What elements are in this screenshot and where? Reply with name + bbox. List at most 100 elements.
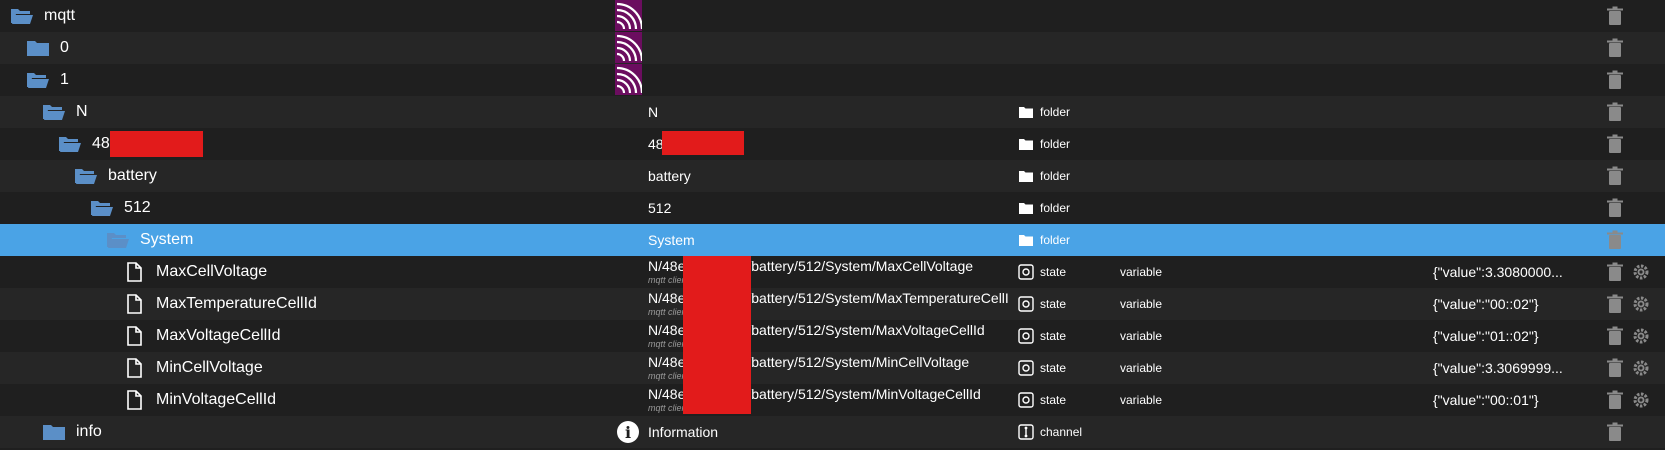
row-actions <box>1605 288 1665 320</box>
tree-row[interactable]: 0 <box>0 32 1665 64</box>
folder-closed-icon[interactable] <box>26 38 50 58</box>
redaction-block <box>110 131 203 157</box>
redaction-block <box>662 131 744 155</box>
mqtt-adapter-icon <box>615 0 642 31</box>
tree-node-name[interactable]: MaxVoltageCellId <box>0 320 722 352</box>
node-label: 0 <box>60 39 69 56</box>
trash-icon[interactable] <box>1605 38 1625 58</box>
tree-node-name[interactable]: MaxTemperatureCellId <box>0 288 722 320</box>
gear-icon[interactable] <box>1631 294 1651 314</box>
tree-node-name[interactable]: N <box>0 96 642 128</box>
tree-node-name[interactable]: MaxCellVoltage <box>0 256 722 288</box>
object-id-text: battery <box>648 167 691 184</box>
trash-icon[interactable] <box>1605 70 1625 90</box>
object-id-path: /battery/512/System/MaxCellVoltage <box>747 257 974 274</box>
tree-row[interactable]: 512 512 folder <box>0 192 1665 224</box>
trash-icon[interactable] <box>1605 6 1625 26</box>
object-id: battery <box>648 160 1008 192</box>
tree-node-name[interactable]: 48 <box>0 128 658 160</box>
row-actions <box>1605 352 1665 384</box>
trash-icon[interactable] <box>1605 262 1625 282</box>
object-value[interactable]: {"value":"00::01"} <box>1433 384 1598 416</box>
tree-row[interactable]: 48 48 folder <box>0 128 1665 160</box>
trash-icon[interactable] <box>1605 326 1625 346</box>
folder-open-icon[interactable] <box>26 70 50 90</box>
object-type: folder <box>1018 224 1138 256</box>
node-label: mqtt <box>44 7 76 24</box>
folder-type-icon <box>1018 200 1034 216</box>
tree-node-name[interactable]: battery <box>0 160 674 192</box>
trash-icon[interactable] <box>1605 198 1625 218</box>
node-label: 48 <box>92 135 110 152</box>
gear-icon[interactable] <box>1631 390 1651 410</box>
tree-node-name[interactable]: 512 <box>0 192 690 224</box>
object-id-text: N/48e <box>648 385 686 402</box>
state-type-icon <box>1018 264 1034 280</box>
object-type: folder <box>1018 160 1138 192</box>
tree-row[interactable]: mqtt <box>0 0 1665 32</box>
node-label: info <box>76 423 102 440</box>
trash-icon[interactable] <box>1605 294 1625 314</box>
trash-icon[interactable] <box>1605 102 1625 122</box>
tree-row[interactable]: MaxVoltageCellId N/48e/battery/512/System… <box>0 320 1665 352</box>
object-type-label: folder <box>1040 201 1071 215</box>
node-label: battery <box>108 167 157 184</box>
object-type-label: state <box>1040 393 1067 407</box>
row-actions <box>1605 128 1665 160</box>
folder-open-icon[interactable] <box>42 102 66 122</box>
tree-row[interactable]: MinVoltageCellId N/48e/battery/512/System… <box>0 384 1665 416</box>
tree-node-name[interactable]: MinVoltageCellId <box>0 384 722 416</box>
tree-node-name[interactable]: MinCellVoltage <box>0 352 722 384</box>
object-id-text: Information <box>648 423 719 440</box>
tree-node-name[interactable]: mqtt <box>0 0 610 32</box>
folder-open-icon[interactable] <box>74 166 98 186</box>
object-id-text: 512 <box>648 199 672 216</box>
trash-icon[interactable] <box>1605 230 1625 250</box>
folder-type-icon <box>1018 136 1034 152</box>
object-type-label: folder <box>1040 105 1071 119</box>
object-type-label: folder <box>1040 137 1071 151</box>
file-icon <box>122 326 146 346</box>
folder-open-icon[interactable] <box>10 6 34 26</box>
mqtt-adapter-icon <box>615 32 642 63</box>
trash-icon[interactable] <box>1605 390 1625 410</box>
tree-row[interactable]: 1 <box>0 64 1665 96</box>
trash-icon[interactable] <box>1605 422 1625 442</box>
trash-icon[interactable] <box>1605 134 1625 154</box>
object-id-text: N/48e <box>648 321 686 338</box>
object-value[interactable]: {"value":"00::02"} <box>1433 288 1598 320</box>
tree-row[interactable]: MinCellVoltage N/48e/battery/512/System/M… <box>0 352 1665 384</box>
gear-icon[interactable] <box>1631 358 1651 378</box>
tree-row[interactable]: MaxCellVoltage N/48e/battery/512/System/M… <box>0 256 1665 288</box>
tree-row[interactable]: MaxTemperatureCellId N/48e/battery/512/Sy… <box>0 288 1665 320</box>
tree-row[interactable]: battery battery folder <box>0 160 1665 192</box>
row-actions <box>1605 32 1665 64</box>
tree-row[interactable]: System System folder <box>0 224 1665 256</box>
gear-icon[interactable] <box>1631 326 1651 346</box>
object-value[interactable]: {"value":3.3080000... <box>1433 256 1598 288</box>
trash-icon[interactable] <box>1605 358 1625 378</box>
folder-closed-icon[interactable] <box>42 422 66 442</box>
object-role: variable <box>1120 329 1163 343</box>
object-type-label: folder <box>1040 169 1071 183</box>
tree-row[interactable]: info i Information channel <box>0 416 1665 448</box>
node-label: MaxTemperatureCellId <box>156 295 317 312</box>
object-id-path: /battery/512/System/MaxTemperatureCellId <box>747 289 1008 306</box>
folder-open-icon[interactable] <box>106 230 130 250</box>
state-type-icon <box>1018 392 1034 408</box>
tree-node-name[interactable]: 1 <box>0 64 626 96</box>
object-value[interactable]: {"value":"01::02"} <box>1433 320 1598 352</box>
tree-node-name[interactable]: System <box>0 224 706 256</box>
tree-row[interactable]: N Nfolder <box>0 96 1665 128</box>
row-actions <box>1605 0 1665 32</box>
tree-node-name[interactable]: info <box>0 416 642 448</box>
trash-icon[interactable] <box>1605 166 1625 186</box>
gear-icon[interactable] <box>1631 262 1651 282</box>
object-value[interactable]: {"value":3.3069999... <box>1433 352 1598 384</box>
object-id: System <box>648 224 1008 256</box>
folder-open-icon[interactable] <box>58 134 82 154</box>
tree-node-name[interactable]: 0 <box>0 32 626 64</box>
row-actions <box>1605 320 1665 352</box>
object-role: variable <box>1120 265 1163 279</box>
folder-open-icon[interactable] <box>90 198 114 218</box>
